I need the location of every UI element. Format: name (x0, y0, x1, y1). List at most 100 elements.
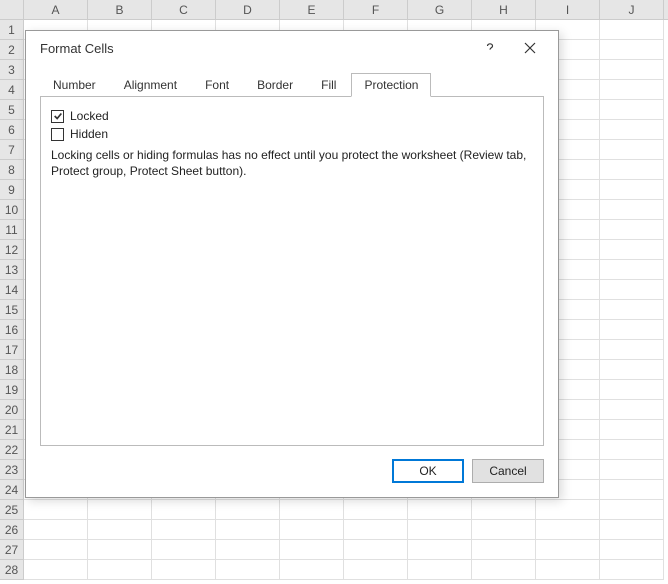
cell[interactable] (408, 560, 472, 580)
cell[interactable] (280, 520, 344, 540)
cell[interactable] (536, 560, 600, 580)
cell[interactable] (600, 120, 664, 140)
cell[interactable] (600, 100, 664, 120)
cell[interactable] (600, 280, 664, 300)
cell[interactable] (344, 520, 408, 540)
cell[interactable] (600, 520, 664, 540)
tab-fill[interactable]: Fill (308, 73, 349, 97)
cell[interactable] (88, 500, 152, 520)
cell[interactable] (600, 160, 664, 180)
column-header[interactable]: F (344, 0, 408, 19)
column-header[interactable]: D (216, 0, 280, 19)
cell[interactable] (344, 560, 408, 580)
column-header[interactable]: C (152, 0, 216, 19)
cell[interactable] (600, 180, 664, 200)
cell[interactable] (280, 540, 344, 560)
row-header[interactable]: 14 (0, 280, 24, 300)
cell[interactable] (600, 240, 664, 260)
cell[interactable] (408, 500, 472, 520)
cell[interactable] (24, 560, 88, 580)
cell[interactable] (152, 540, 216, 560)
row-header[interactable]: 22 (0, 440, 24, 460)
cell[interactable] (280, 500, 344, 520)
row-header[interactable]: 8 (0, 160, 24, 180)
row-header[interactable]: 6 (0, 120, 24, 140)
row-header[interactable]: 25 (0, 500, 24, 520)
cell[interactable] (600, 300, 664, 320)
row-header[interactable]: 13 (0, 260, 24, 280)
cell[interactable] (408, 540, 472, 560)
row-header[interactable]: 7 (0, 140, 24, 160)
tab-protection[interactable]: Protection (351, 73, 431, 97)
cell[interactable] (600, 200, 664, 220)
row-header[interactable]: 17 (0, 340, 24, 360)
column-header[interactable]: A (24, 0, 88, 19)
cell[interactable] (88, 560, 152, 580)
row-header[interactable]: 1 (0, 20, 24, 40)
close-button[interactable] (510, 34, 550, 62)
cell[interactable] (600, 320, 664, 340)
cell[interactable] (152, 560, 216, 580)
cell[interactable] (88, 520, 152, 540)
ok-button[interactable]: OK (392, 459, 464, 483)
cell[interactable] (216, 520, 280, 540)
row-header[interactable]: 23 (0, 460, 24, 480)
cell[interactable] (472, 560, 536, 580)
tab-number[interactable]: Number (40, 73, 109, 97)
cell[interactable] (88, 540, 152, 560)
row-header[interactable]: 18 (0, 360, 24, 380)
cell[interactable] (216, 560, 280, 580)
cell[interactable] (600, 20, 664, 40)
row-header[interactable]: 3 (0, 60, 24, 80)
row-header[interactable]: 28 (0, 560, 24, 580)
row-header[interactable]: 4 (0, 80, 24, 100)
help-button[interactable] (470, 34, 510, 62)
tab-alignment[interactable]: Alignment (111, 73, 190, 97)
cell[interactable] (600, 220, 664, 240)
row-header[interactable]: 9 (0, 180, 24, 200)
cell[interactable] (600, 360, 664, 380)
row-header[interactable]: 12 (0, 240, 24, 260)
select-all-corner[interactable] (0, 0, 24, 19)
cell[interactable] (24, 520, 88, 540)
cell[interactable] (600, 540, 664, 560)
row-header[interactable]: 15 (0, 300, 24, 320)
column-header[interactable]: E (280, 0, 344, 19)
column-header[interactable]: B (88, 0, 152, 19)
row-header[interactable]: 19 (0, 380, 24, 400)
cell[interactable] (600, 60, 664, 80)
cell[interactable] (600, 400, 664, 420)
locked-checkbox[interactable] (51, 110, 64, 123)
cell[interactable] (24, 540, 88, 560)
column-header[interactable]: J (600, 0, 664, 19)
tab-border[interactable]: Border (244, 73, 306, 97)
cell[interactable] (472, 520, 536, 540)
row-header[interactable]: 24 (0, 480, 24, 500)
cell[interactable] (344, 500, 408, 520)
cell[interactable] (600, 440, 664, 460)
row-header[interactable]: 5 (0, 100, 24, 120)
cancel-button[interactable]: Cancel (472, 459, 544, 483)
cell[interactable] (472, 540, 536, 560)
column-header[interactable]: I (536, 0, 600, 19)
cell[interactable] (600, 80, 664, 100)
cell[interactable] (280, 560, 344, 580)
row-header[interactable]: 11 (0, 220, 24, 240)
column-header[interactable]: G (408, 0, 472, 19)
hidden-checkbox[interactable] (51, 128, 64, 141)
cell[interactable] (152, 500, 216, 520)
cell[interactable] (216, 500, 280, 520)
cell[interactable] (600, 260, 664, 280)
row-header[interactable]: 10 (0, 200, 24, 220)
row-header[interactable]: 26 (0, 520, 24, 540)
cell[interactable] (600, 40, 664, 60)
cell[interactable] (216, 540, 280, 560)
cell[interactable] (600, 560, 664, 580)
row-header[interactable]: 16 (0, 320, 24, 340)
cell[interactable] (536, 520, 600, 540)
cell[interactable] (472, 500, 536, 520)
column-header[interactable]: H (472, 0, 536, 19)
row-header[interactable]: 21 (0, 420, 24, 440)
cell[interactable] (536, 540, 600, 560)
cell[interactable] (600, 480, 664, 500)
